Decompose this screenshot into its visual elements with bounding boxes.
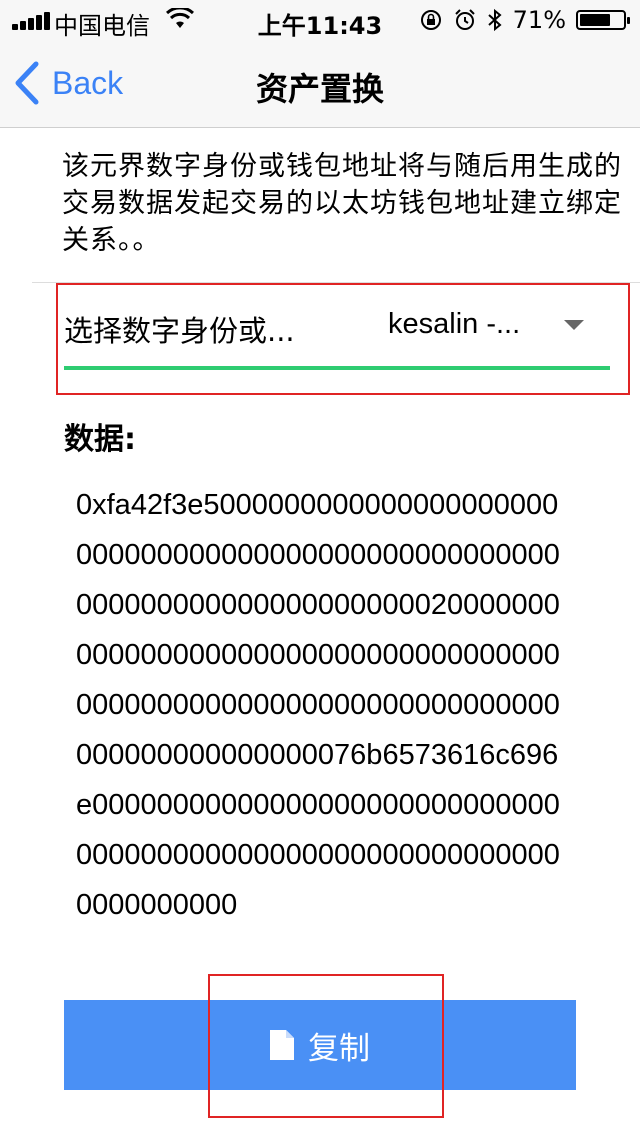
orientation-lock-icon — [420, 10, 441, 30]
selector-highlight-box — [56, 283, 630, 395]
battery-fill — [580, 14, 610, 26]
description-text: 该元界数字身份或钱包地址将与随后用生成的交易数据发起交易的以太坊钱包地址建立绑定… — [62, 151, 622, 256]
status-bar: 中国电信 上午11:43 71% — [0, 0, 640, 40]
data-value: 0xfa42f3e5000000000000000000000000000000… — [76, 489, 560, 921]
status-right-group: 71% — [419, 6, 630, 34]
navigation-bar: Back 资产置换 — [0, 40, 640, 128]
bluetooth-icon — [487, 8, 502, 32]
page-title: 资产置换 — [255, 70, 384, 108]
data-label: 数据: — [64, 422, 136, 457]
alarm-icon — [454, 9, 475, 30]
battery-icon — [576, 10, 630, 30]
copy-highlight-box — [208, 974, 444, 1118]
battery-percent: 71% — [512, 6, 566, 34]
